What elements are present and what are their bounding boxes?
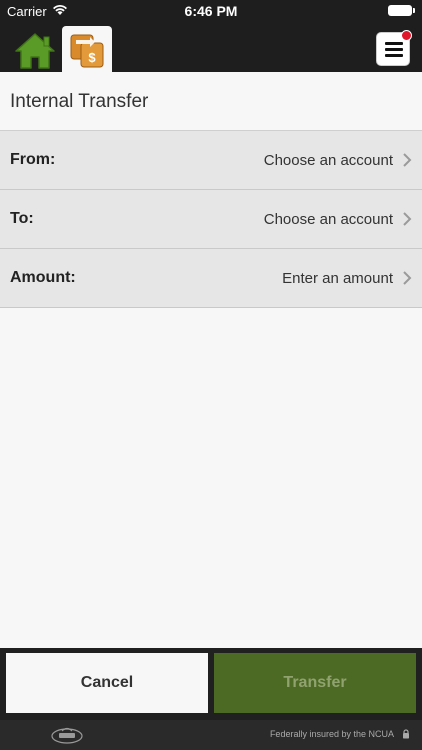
amount-value: Enter an amount <box>282 270 393 287</box>
to-label: To: <box>10 210 34 227</box>
chevron-right-icon <box>403 212 412 226</box>
transfer-tab[interactable]: $ <box>62 26 112 72</box>
transfer-dollar-icon: $ <box>70 34 104 68</box>
status-bar: Carrier 6:46 PM <box>0 0 422 22</box>
transfer-button[interactable]: Transfer <box>214 653 416 713</box>
to-row[interactable]: To: Choose an account <box>0 190 422 249</box>
home-icon <box>15 33 55 69</box>
cancel-button[interactable]: Cancel <box>6 653 208 713</box>
action-bar: Cancel Transfer <box>0 648 422 720</box>
notification-badge <box>401 30 412 41</box>
status-time: 6:46 PM <box>184 3 238 19</box>
home-tab[interactable] <box>12 30 58 72</box>
footer: Federally insured by the NCUA <box>0 720 422 750</box>
amount-label: Amount: <box>10 269 76 286</box>
ncua-insured-text: Federally insured by the NCUA <box>269 729 394 739</box>
battery-icon <box>388 5 415 16</box>
svg-text:$: $ <box>88 50 96 65</box>
menu-button[interactable] <box>376 30 412 66</box>
chevron-right-icon <box>403 271 412 285</box>
hamburger-menu-icon <box>385 42 403 58</box>
amount-row[interactable]: Amount: Enter an amount <box>0 249 422 308</box>
to-value: Choose an account <box>263 211 393 228</box>
credit-union-logo <box>51 727 83 744</box>
lock-icon <box>403 729 409 739</box>
from-label: From: <box>10 151 56 168</box>
content-area <box>0 308 422 648</box>
page-title-bar: Internal Transfer <box>0 72 422 131</box>
app-header: Carrier 6:46 PM $ <box>0 0 422 72</box>
from-value: Choose an account <box>263 152 393 169</box>
from-row[interactable]: From: Choose an account <box>0 131 422 190</box>
chevron-right-icon <box>403 153 412 167</box>
page-title: Internal Transfer <box>10 91 149 112</box>
